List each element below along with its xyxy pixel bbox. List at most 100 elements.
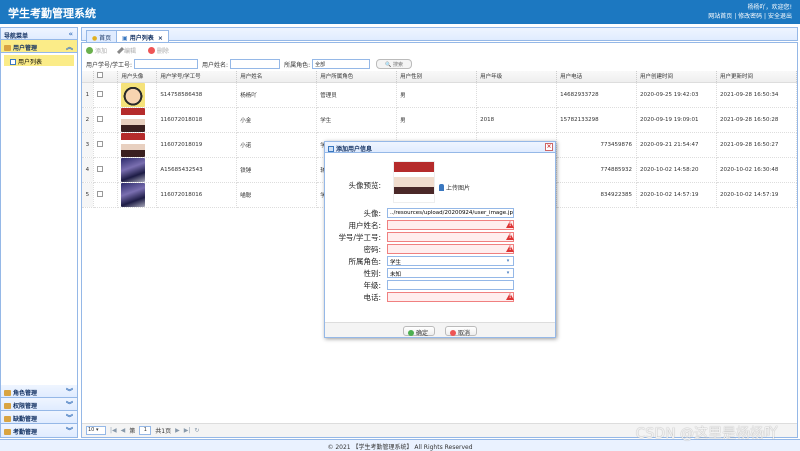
sidebar-group-attendance-management[interactable]: 考勤管理 ︾ xyxy=(1,424,77,437)
avatar xyxy=(121,182,146,206)
first-page-icon[interactable]: |◀ xyxy=(110,427,117,434)
phone-label: 电话: xyxy=(363,293,381,302)
delete-button[interactable]: 删除 xyxy=(147,47,169,55)
tab-bar: ● 首页 ▣ 用户列表 × xyxy=(81,27,798,42)
confirm-button[interactable]: 确定 xyxy=(403,326,436,337)
search-icon: 🔍 xyxy=(385,62,392,68)
avatar-path-field[interactable]: ../resources/upload/20200924/user_image.… xyxy=(387,208,514,218)
avatar-preview-label: 头像预览: xyxy=(348,181,381,190)
student-id-label: 学号/学工号: xyxy=(338,233,381,242)
chevron-up-icon: ︽ xyxy=(66,43,73,51)
search-name-label: 用户姓名: xyxy=(202,61,229,69)
watermark: CSDN @这里是杨杨吖 xyxy=(635,426,778,442)
sidebar-group-absence-management[interactable]: 缺勤管理 ︾ xyxy=(1,411,77,424)
prev-page-icon[interactable]: ◀ xyxy=(121,427,126,434)
search-name-input[interactable] xyxy=(230,59,281,69)
add-button[interactable]: 添加 xyxy=(86,47,107,55)
col-id[interactable]: 用户学号/学工号 xyxy=(156,71,238,83)
row-checkbox[interactable] xyxy=(93,157,119,183)
toolbar: 添加 编辑 删除 xyxy=(82,43,797,57)
sidebar-bottom-groups: 角色管理 ︾ 权限管理 ︾ 缺勤管理 ︾ 考勤管理 ︾ xyxy=(1,385,77,437)
avatar-path-label: 头像: xyxy=(363,209,381,218)
warning-icon: ! xyxy=(506,233,514,240)
sidebar-group-user-management[interactable]: 用户管理 ︽ xyxy=(1,40,77,53)
search-role-select[interactable]: 全部 xyxy=(312,59,371,69)
col-role[interactable]: 用户所属角色 xyxy=(316,71,398,83)
col-gender[interactable]: 用户性别 xyxy=(396,71,478,83)
warning-icon: ! xyxy=(506,221,514,228)
dialog-footer: 确定 取消 xyxy=(325,322,555,337)
upload-icon xyxy=(439,184,444,191)
page-number-input[interactable]: 1 xyxy=(139,426,152,435)
add-icon xyxy=(86,47,93,54)
gender-select[interactable]: 未知 ▾ xyxy=(387,268,514,278)
col-avatar[interactable]: 用户头像 xyxy=(117,71,158,83)
row-checkbox[interactable] xyxy=(93,82,119,108)
chevron-down-icon: ︾ xyxy=(66,427,73,435)
dialog-close-button[interactable]: × xyxy=(545,143,553,151)
sidebar-group-role-management[interactable]: 角色管理 ︾ xyxy=(1,385,77,398)
role-label: 所属角色: xyxy=(348,257,381,266)
delete-icon xyxy=(147,47,155,54)
list-icon xyxy=(10,59,16,65)
col-grade[interactable]: 用户年级 xyxy=(476,71,558,83)
home-link[interactable]: 网站首页 xyxy=(708,13,732,20)
key-icon xyxy=(4,403,11,409)
row-checkbox[interactable] xyxy=(93,107,119,133)
change-password-link[interactable]: 修改密码 xyxy=(738,13,762,20)
col-updated[interactable]: 用户更新时间 xyxy=(716,71,798,83)
lightbulb-icon: ● xyxy=(92,35,98,42)
search-id-input[interactable] xyxy=(134,59,199,69)
dropdown-arrow-icon: ▾ xyxy=(506,270,510,276)
col-name[interactable]: 用户姓名 xyxy=(236,71,318,83)
folder-icon xyxy=(4,45,11,51)
cancel-button[interactable]: 取消 xyxy=(445,326,478,337)
absence-icon xyxy=(4,416,11,422)
sidebar: 导航菜单 « 用户管理 ︽ 用户列表 角色管理 ︾ 权限管理 ︾ 缺勤管理 ︾ 考勤管… xyxy=(0,27,78,438)
password-field[interactable] xyxy=(387,244,514,254)
dialog-titlebar: 添加用户信息 × xyxy=(325,142,555,153)
search-button[interactable]: 🔍 搜索 xyxy=(376,59,412,69)
logout-link[interactable]: 安全退出 xyxy=(768,13,792,20)
refresh-icon[interactable]: ↻ xyxy=(194,427,199,434)
search-bar: 用户学号/学工号: 用户姓名: 所属角色: 全部 🔍 搜索 xyxy=(82,57,797,71)
top-header: 学生考勤管理系统 杨杨吖，欢迎您! 网站首页 | 修改密码 | 安全退出 xyxy=(0,0,800,24)
page-total: 共1页 xyxy=(155,428,172,435)
check-icon xyxy=(408,330,414,336)
next-page-icon[interactable]: ▶ xyxy=(175,427,180,434)
tab-user-list[interactable]: ▣ 用户列表 × xyxy=(116,30,169,42)
last-page-icon[interactable]: ▶| xyxy=(184,427,191,434)
cancel-icon xyxy=(450,330,456,336)
user-name-label: 用户姓名: xyxy=(348,221,381,230)
table-header-row: 用户头像 用户学号/学工号 用户姓名 用户所属角色 用户性别 用户年级 用户电话… xyxy=(82,71,798,83)
row-checkbox[interactable] xyxy=(93,132,119,158)
chevron-down-icon: ︾ xyxy=(66,414,73,422)
phone-field[interactable] xyxy=(387,292,514,302)
table-row[interactable]: 1 S14758586438 杨杨吖 管理员 男 14682933728 202… xyxy=(82,82,798,108)
grade-label: 年级: xyxy=(363,281,381,290)
edit-icon xyxy=(116,46,124,55)
select-all-checkbox[interactable] xyxy=(93,71,119,83)
gender-label: 性别: xyxy=(363,269,381,278)
page-size-select[interactable]: 10 ▾ xyxy=(86,426,106,435)
role-select[interactable]: 学生 ▾ xyxy=(387,256,514,266)
user-name-field[interactable] xyxy=(387,220,514,230)
grade-field[interactable] xyxy=(387,280,514,290)
role-icon xyxy=(4,390,11,396)
tab-home[interactable]: ● 首页 xyxy=(86,30,118,42)
col-phone[interactable]: 用户电话 xyxy=(556,71,638,83)
row-checkbox[interactable] xyxy=(93,182,119,208)
avatar-preview-image xyxy=(393,161,435,203)
col-created[interactable]: 用户创建时间 xyxy=(636,71,717,83)
sidebar-item-user-list[interactable]: 用户列表 xyxy=(4,55,74,66)
sidebar-group-permission-management[interactable]: 权限管理 ︾ xyxy=(1,398,77,411)
warning-icon: ! xyxy=(506,293,514,300)
edit-button[interactable]: 编辑 xyxy=(116,46,136,55)
student-id-field[interactable] xyxy=(387,232,514,242)
app-title: 学生考勤管理系统 xyxy=(8,7,96,20)
table-row[interactable]: 2 116072018018 小金 学生 男 2018 15782133298 … xyxy=(82,107,798,133)
upload-image-button[interactable]: 上传图片 xyxy=(439,183,470,192)
chevron-down-icon: ︾ xyxy=(66,401,73,409)
collapse-sidebar-icon[interactable]: « xyxy=(68,30,73,38)
tab-close-icon[interactable]: × xyxy=(158,35,163,42)
